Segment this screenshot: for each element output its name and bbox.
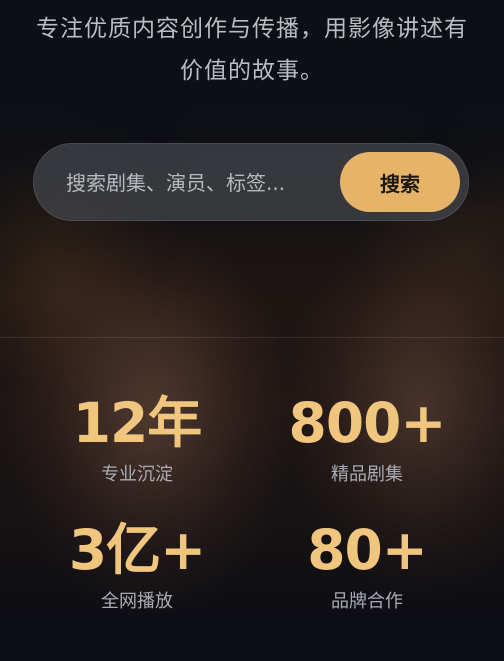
stat-label: 全网播放: [101, 591, 173, 612]
hero-tagline: 专注优质内容创作与传播，用影像讲述有价值的故事。: [36, 16, 468, 84]
stats-grid: 12年 专业沉淀 800+ 精品剧集 3亿+ 全网播放 80+ 品牌合作: [0, 388, 504, 628]
stat-value: 800+: [288, 391, 447, 455]
search-bar: 搜索: [33, 143, 469, 221]
stat-item-plays: 3亿+ 全网播放: [22, 515, 252, 615]
stat-item-series: 800+ 精品剧集: [252, 388, 482, 488]
stat-value: 12年: [72, 391, 203, 455]
stat-label: 品牌合作: [331, 591, 403, 612]
stat-label: 精品剧集: [331, 464, 403, 485]
stat-item-years: 12年 专业沉淀: [22, 388, 252, 488]
stat-item-brands: 80+ 品牌合作: [252, 515, 482, 615]
stat-value: 80+: [307, 518, 428, 582]
hero-section: 专注优质内容创作与传播，用影像讲述有价值的故事。 搜索 12年 专业沉淀 800…: [0, 0, 504, 661]
search-input[interactable]: [56, 161, 346, 205]
stat-value: 3亿+: [68, 518, 206, 582]
stat-label: 专业沉淀: [101, 464, 173, 485]
search-button[interactable]: 搜索: [340, 152, 460, 212]
divider: [0, 337, 504, 338]
